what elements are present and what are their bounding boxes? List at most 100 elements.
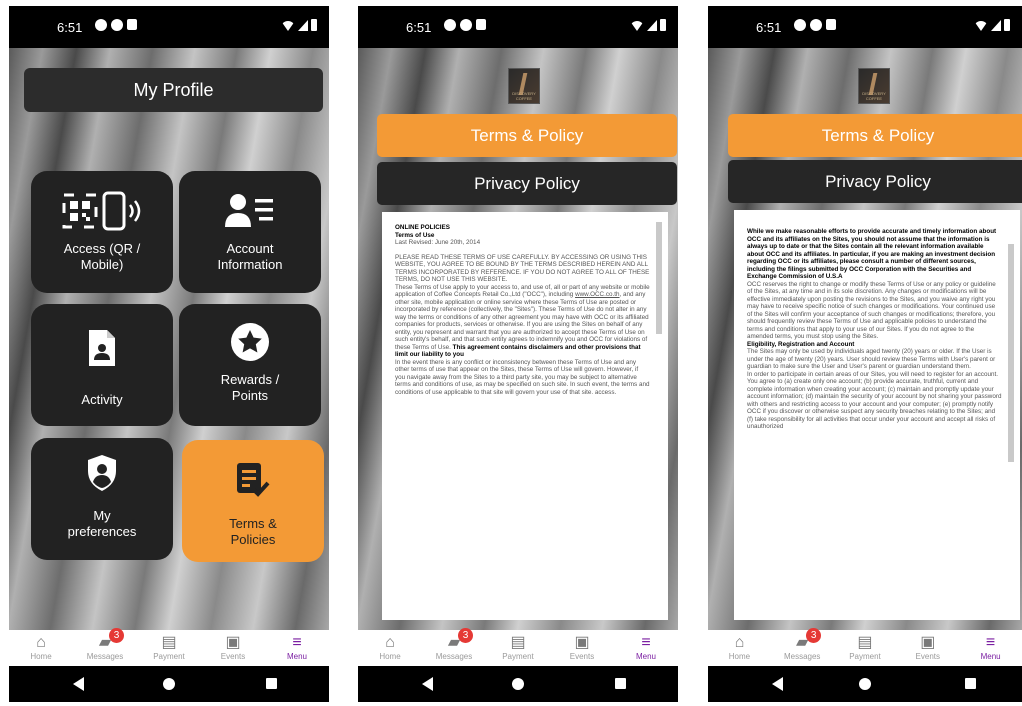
tile-label: Rewards / — [220, 372, 280, 387]
tab-events[interactable]: ▣ Events — [550, 630, 614, 666]
doc-revised-date: Last Revised: June 20th, 2014 — [395, 239, 481, 246]
tile-label: Mobile) — [80, 257, 124, 272]
terms-policy-screen: 6:51 DISCOVERY COFFEE Terms & Policy Pri… — [358, 6, 678, 702]
recent-apps-icon[interactable] — [965, 678, 976, 689]
tile-label: Information — [217, 257, 283, 272]
policy-content: DISCOVERY COFFEE Terms & Policy Privacy … — [708, 48, 1022, 630]
battery-icon — [660, 19, 666, 31]
tab-label: Menu — [286, 652, 307, 661]
status-time: 6:51 — [756, 20, 782, 35]
back-icon[interactable] — [772, 677, 783, 691]
tab-payment[interactable]: ▤ Payment — [486, 630, 550, 666]
doc-paragraph: The Sites may only be used by individual… — [747, 348, 996, 370]
tile-my-preferences[interactable]: My preferences — [31, 438, 173, 560]
tab-messages[interactable]: ▰ 3 Messages — [73, 628, 137, 666]
tile-label: My — [93, 508, 111, 523]
doc-paragraph: PLEASE READ THESE TERMS OF USE CAREFULLY… — [395, 253, 650, 284]
policy-check-icon — [182, 462, 324, 498]
tile-account-information[interactable]: Account Information — [179, 171, 321, 293]
battery-icon — [311, 19, 317, 31]
tab-messages[interactable]: ▰ 3 Messages — [771, 628, 834, 666]
wifi-icon — [630, 21, 644, 31]
unread-badge: 3 — [109, 628, 124, 643]
privacy-policy-button[interactable]: Privacy Policy — [728, 160, 1022, 203]
home-button-icon[interactable] — [163, 678, 175, 690]
home-icon: ⌂ — [734, 634, 745, 651]
menu-icon: ≡ — [641, 634, 651, 651]
notification-icon — [95, 19, 107, 31]
home-icon: ⌂ — [36, 634, 46, 651]
payment-icon: ▤ — [857, 634, 873, 651]
back-icon[interactable] — [422, 677, 433, 691]
tab-label: Payment — [502, 652, 534, 661]
policy-document[interactable]: ONLINE POLICIES Terms of Use Last Revise… — [382, 212, 668, 620]
page-title: My Profile — [24, 68, 323, 112]
tab-label: Home — [30, 652, 52, 661]
home-button-icon[interactable] — [512, 678, 524, 690]
status-time: 6:51 — [406, 20, 432, 35]
policy-document[interactable]: While we make reasonable efforts to prov… — [734, 210, 1020, 620]
tile-label: Access (QR / — [63, 241, 141, 256]
home-button-icon[interactable] — [859, 678, 871, 690]
notification-icon — [460, 19, 472, 31]
battery-icon — [1004, 19, 1010, 31]
bottom-tab-bar: ⌂ Home ▰ 3 Messages ▤ Payment ▣ Events ≡ Menu — [358, 628, 678, 666]
tab-home[interactable]: ⌂ Home — [358, 630, 422, 666]
privacy-policy-button[interactable]: Privacy Policy — [377, 162, 677, 205]
sim-icon — [127, 19, 137, 30]
status-time: 6:51 — [57, 20, 83, 35]
status-bar: 6:51 — [358, 6, 678, 48]
tile-terms-policies[interactable]: Terms & Policies — [182, 440, 324, 562]
terms-policy-button[interactable]: Terms & Policy — [377, 114, 677, 157]
profile-content: My Profile Access (QR / Mobile) Account … — [9, 48, 329, 630]
system-nav-bar — [708, 666, 1022, 702]
signal-icon — [298, 20, 308, 31]
terms-policy-button[interactable]: Terms & Policy — [728, 114, 1022, 157]
profile-menu-screen: 6:51 My Profile Access (QR / Mobile) Acc… — [9, 6, 329, 702]
brand-logo: DISCOVERY COFFEE — [858, 68, 890, 104]
chat-icon: ▰ — [98, 634, 112, 651]
bottom-tab-bar: ⌂ Home ▰ 3 Messages ▤ Payment ▣ Events ≡ Menu — [9, 628, 329, 666]
doc-subheading: Terms of Use — [395, 231, 435, 239]
doc-paragraph: These Terms of Use apply to your access … — [395, 283, 650, 359]
calendar-icon: ▣ — [225, 634, 241, 651]
tab-home[interactable]: ⌂ Home — [708, 630, 771, 666]
tab-label: Home — [728, 652, 751, 661]
system-nav-bar — [358, 666, 678, 702]
tab-home[interactable]: ⌂ Home — [9, 630, 73, 666]
tile-label: Activity — [81, 392, 123, 407]
tile-rewards-points[interactable]: Rewards / Points — [179, 304, 321, 426]
tab-menu[interactable]: ≡ Menu — [614, 630, 678, 666]
menu-icon: ≡ — [985, 634, 996, 651]
recent-apps-icon[interactable] — [615, 678, 626, 689]
tab-menu[interactable]: ≡ Menu — [265, 630, 329, 666]
occ-website-link[interactable]: www.OCC.co.th — [575, 291, 619, 298]
doc-paragraph: OCC reserves the right to change or modi… — [747, 280, 996, 341]
tab-payment[interactable]: ▤ Payment — [137, 630, 201, 666]
tab-menu[interactable]: ≡ Menu — [959, 630, 1022, 666]
tab-label: Events — [220, 652, 246, 661]
back-icon[interactable] — [73, 677, 84, 691]
doc-subheading: Eligibility, Registration and Account — [747, 340, 855, 348]
brand-logo: DISCOVERY COFFEE — [508, 68, 540, 104]
tab-events[interactable]: ▣ Events — [201, 630, 265, 666]
tab-events[interactable]: ▣ Events — [896, 630, 959, 666]
tab-payment[interactable]: ▤ Payment — [834, 630, 897, 666]
tab-messages[interactable]: ▰ 3 Messages — [422, 628, 486, 666]
wifi-icon — [281, 21, 295, 31]
status-bar: 6:51 — [708, 6, 1022, 48]
scrollbar[interactable] — [1008, 244, 1014, 462]
calendar-icon: ▣ — [574, 634, 590, 651]
tab-label: Menu — [635, 652, 656, 661]
tile-access[interactable]: Access (QR / Mobile) — [31, 171, 173, 293]
shield-person-icon — [31, 454, 173, 492]
qr-mobile-icon — [31, 191, 173, 231]
sim-icon — [476, 19, 486, 30]
tab-label: Messages — [783, 652, 821, 661]
unread-badge: 3 — [458, 628, 473, 643]
recent-apps-icon[interactable] — [266, 678, 277, 689]
tile-activity[interactable]: Activity — [31, 304, 173, 426]
notification-icon — [111, 19, 123, 31]
scrollbar[interactable] — [656, 222, 662, 334]
tab-label: Payment — [849, 652, 881, 661]
